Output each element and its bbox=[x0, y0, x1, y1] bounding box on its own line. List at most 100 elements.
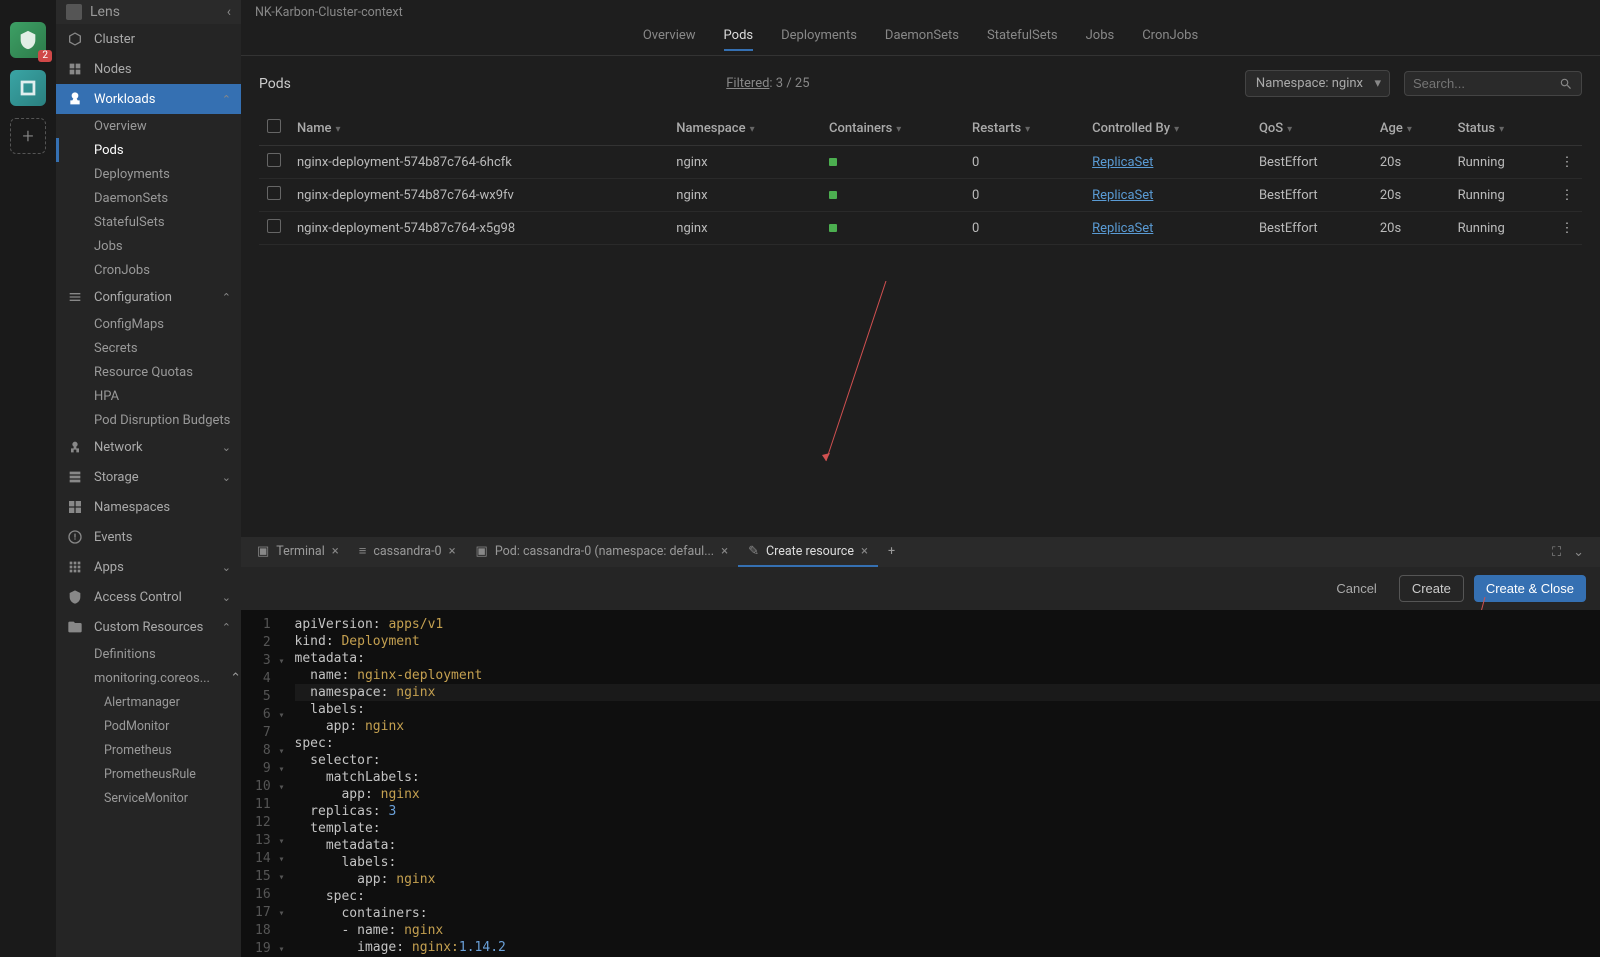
sidebar-sub-jobs[interactable]: Jobs bbox=[56, 234, 241, 258]
sidebar-item-storage[interactable]: Storage⌄ bbox=[56, 462, 241, 492]
select-all-checkbox[interactable] bbox=[267, 119, 281, 133]
cell-containers bbox=[821, 212, 964, 245]
cell-age: 20s bbox=[1372, 146, 1450, 179]
row-menu-button[interactable]: ⋮ bbox=[1552, 146, 1582, 179]
chevron-icon: ⌄ bbox=[222, 591, 231, 604]
tab-jobs[interactable]: Jobs bbox=[1086, 28, 1115, 51]
close-icon[interactable]: × bbox=[861, 544, 868, 559]
sidebar-item-cluster[interactable]: Cluster bbox=[56, 24, 241, 54]
controlled-by-link[interactable]: ReplicaSet bbox=[1092, 155, 1153, 170]
tab-cronjobs[interactable]: CronJobs bbox=[1142, 28, 1198, 51]
controlled-by-link[interactable]: ReplicaSet bbox=[1092, 221, 1153, 236]
sidebar-item-workloads[interactable]: Workloads⌃ bbox=[56, 84, 241, 114]
cluster-icon-1[interactable]: 2 bbox=[10, 22, 46, 58]
sidebar-item-custom-resources[interactable]: Custom Resources⌃ bbox=[56, 612, 241, 642]
sidebar-sub-overview[interactable]: Overview bbox=[56, 114, 241, 138]
crd-icon bbox=[66, 618, 84, 636]
sidebar-sub-secrets[interactable]: Secrets bbox=[56, 336, 241, 360]
tab-daemonsets[interactable]: DaemonSets bbox=[885, 28, 959, 51]
bottom-tab-create-resource[interactable]: ✎Create resource× bbox=[738, 537, 878, 567]
sidebar-sub-statefulsets[interactable]: StatefulSets bbox=[56, 210, 241, 234]
cell-restarts: 0 bbox=[964, 212, 1084, 245]
controlled-by-link[interactable]: ReplicaSet bbox=[1092, 188, 1153, 203]
row-checkbox[interactable] bbox=[267, 186, 281, 200]
tab-overview[interactable]: Overview bbox=[643, 28, 696, 51]
sidebar-sub-pods[interactable]: Pods bbox=[56, 138, 241, 162]
sidebar-sub-deployments[interactable]: Deployments bbox=[56, 162, 241, 186]
events-icon bbox=[66, 528, 84, 546]
sidebar-sub-alertmanager[interactable]: Alertmanager bbox=[56, 690, 241, 714]
close-icon[interactable]: × bbox=[332, 544, 339, 559]
terminal-icon: ▣ bbox=[257, 544, 269, 559]
col-qos[interactable]: QoS▾ bbox=[1251, 111, 1372, 146]
col-age[interactable]: Age▾ bbox=[1372, 111, 1450, 146]
col-containers[interactable]: Containers▾ bbox=[821, 111, 964, 146]
workload-tabs: Overview Pods Deployments DaemonSets Statefu… bbox=[241, 24, 1600, 56]
create-button[interactable]: Create bbox=[1399, 575, 1464, 602]
sidebar-item-access-control[interactable]: Access Control⌄ bbox=[56, 582, 241, 612]
namespace-icon bbox=[66, 498, 84, 516]
sidebar-item-apps[interactable]: Apps⌄ bbox=[56, 552, 241, 582]
create-close-button[interactable]: Create & Close bbox=[1474, 575, 1586, 602]
table-row[interactable]: nginx-deployment-574b87c764-wx9fvnginx0R… bbox=[259, 179, 1582, 212]
tab-deployments[interactable]: Deployments bbox=[781, 28, 857, 51]
sidebar-sub-servicemonitor[interactable]: ServiceMonitor bbox=[56, 786, 241, 810]
cell-qos: BestEffort bbox=[1251, 212, 1372, 245]
sidebar-item-nodes[interactable]: Nodes bbox=[56, 54, 241, 84]
sidebar-sub-hpa[interactable]: HPA bbox=[56, 384, 241, 408]
row-menu-button[interactable]: ⋮ bbox=[1552, 212, 1582, 245]
cluster-badge: 2 bbox=[38, 50, 52, 62]
col-name[interactable]: Name▾ bbox=[289, 111, 668, 146]
sidebar-sub-cronjobs[interactable]: CronJobs bbox=[56, 258, 241, 282]
sidebar-sub-configmaps[interactable]: ConfigMaps bbox=[56, 312, 241, 336]
namespace-select[interactable]: Namespace: nginx bbox=[1245, 70, 1390, 97]
bottom-tabs: ▣Terminal×≡cassandra-0×▣Pod: cassandra-0… bbox=[241, 537, 1600, 567]
tab-pods[interactable]: Pods bbox=[724, 28, 754, 51]
tab-statefulsets[interactable]: StatefulSets bbox=[987, 28, 1058, 51]
row-checkbox[interactable] bbox=[267, 153, 281, 167]
sidebar-sub-prometheus[interactable]: Prometheus bbox=[56, 738, 241, 762]
close-icon[interactable]: × bbox=[721, 544, 728, 559]
bottom-tab-terminal[interactable]: ▣Terminal× bbox=[247, 537, 349, 567]
cell-qos: BestEffort bbox=[1251, 146, 1372, 179]
yaml-editor[interactable]: 1 2 3 ▾ 4 5 6 ▾ 7 8 ▾ 9 ▾10 ▾11 12 13 ▾1… bbox=[241, 610, 1600, 957]
cluster-icon bbox=[66, 30, 84, 48]
cell-name: nginx-deployment-574b87c764-wx9fv bbox=[289, 179, 668, 212]
sidebar-collapse-button[interactable]: ‹ bbox=[227, 4, 231, 20]
bottom-tab-cassandra-0[interactable]: ≡cassandra-0× bbox=[349, 537, 466, 567]
search-box[interactable] bbox=[1404, 71, 1582, 96]
table-container: Name▾Namespace▾Containers▾Restarts▾Contr… bbox=[241, 111, 1600, 537]
sidebar-sub-monitoring-coreos-[interactable]: monitoring.coreos...⌃ bbox=[56, 666, 241, 690]
cancel-button[interactable]: Cancel bbox=[1324, 575, 1388, 602]
sidebar-sub-pod-disruption-budgets[interactable]: Pod Disruption Budgets bbox=[56, 408, 241, 432]
add-tab-button[interactable]: + bbox=[878, 537, 905, 567]
col-restarts[interactable]: Restarts▾ bbox=[964, 111, 1084, 146]
col-controlled-by[interactable]: Controlled By▾ bbox=[1084, 111, 1251, 146]
sidebar-sub-definitions[interactable]: Definitions bbox=[56, 642, 241, 666]
sidebar-item-events[interactable]: Events bbox=[56, 522, 241, 552]
col-status[interactable]: Status▾ bbox=[1450, 111, 1552, 146]
cluster-icon-2[interactable] bbox=[10, 70, 46, 106]
bottom-tab-pod-cassandra-0-namespac[interactable]: ▣Pod: cassandra-0 (namespace: defaul...× bbox=[466, 537, 739, 567]
sidebar-sub-podmonitor[interactable]: PodMonitor bbox=[56, 714, 241, 738]
search-input[interactable] bbox=[1413, 76, 1553, 91]
col-namespace[interactable]: Namespace▾ bbox=[668, 111, 821, 146]
sidebar-sub-daemonsets[interactable]: DaemonSets bbox=[56, 186, 241, 210]
filter-info[interactable]: Filtered: 3 / 25 bbox=[726, 76, 809, 91]
sidebar-item-namespaces[interactable]: Namespaces bbox=[56, 492, 241, 522]
fullscreen-icon[interactable]: ⛶ bbox=[1552, 545, 1561, 560]
sidebar-sub-resource-quotas[interactable]: Resource Quotas bbox=[56, 360, 241, 384]
add-cluster-button[interactable]: + bbox=[10, 118, 46, 154]
sidebar-sub-prometheusrule[interactable]: PrometheusRule bbox=[56, 762, 241, 786]
row-checkbox[interactable] bbox=[267, 219, 281, 233]
sidebar-item-configuration[interactable]: Configuration⌃ bbox=[56, 282, 241, 312]
sidebar-item-network[interactable]: Network⌄ bbox=[56, 432, 241, 462]
row-menu-button[interactable]: ⋮ bbox=[1552, 179, 1582, 212]
table-row[interactable]: nginx-deployment-574b87c764-6hcfknginx0R… bbox=[259, 146, 1582, 179]
close-icon[interactable]: × bbox=[449, 544, 456, 559]
cell-restarts: 0 bbox=[964, 179, 1084, 212]
chevron-down-icon[interactable]: ⌄ bbox=[1573, 545, 1584, 560]
sidebar: Lens ‹ ClusterNodesWorkloads⌃OverviewPod… bbox=[56, 0, 241, 957]
table-row[interactable]: nginx-deployment-574b87c764-x5g98nginx0R… bbox=[259, 212, 1582, 245]
editor-actions: Cancel Create Create & Close bbox=[241, 567, 1600, 610]
